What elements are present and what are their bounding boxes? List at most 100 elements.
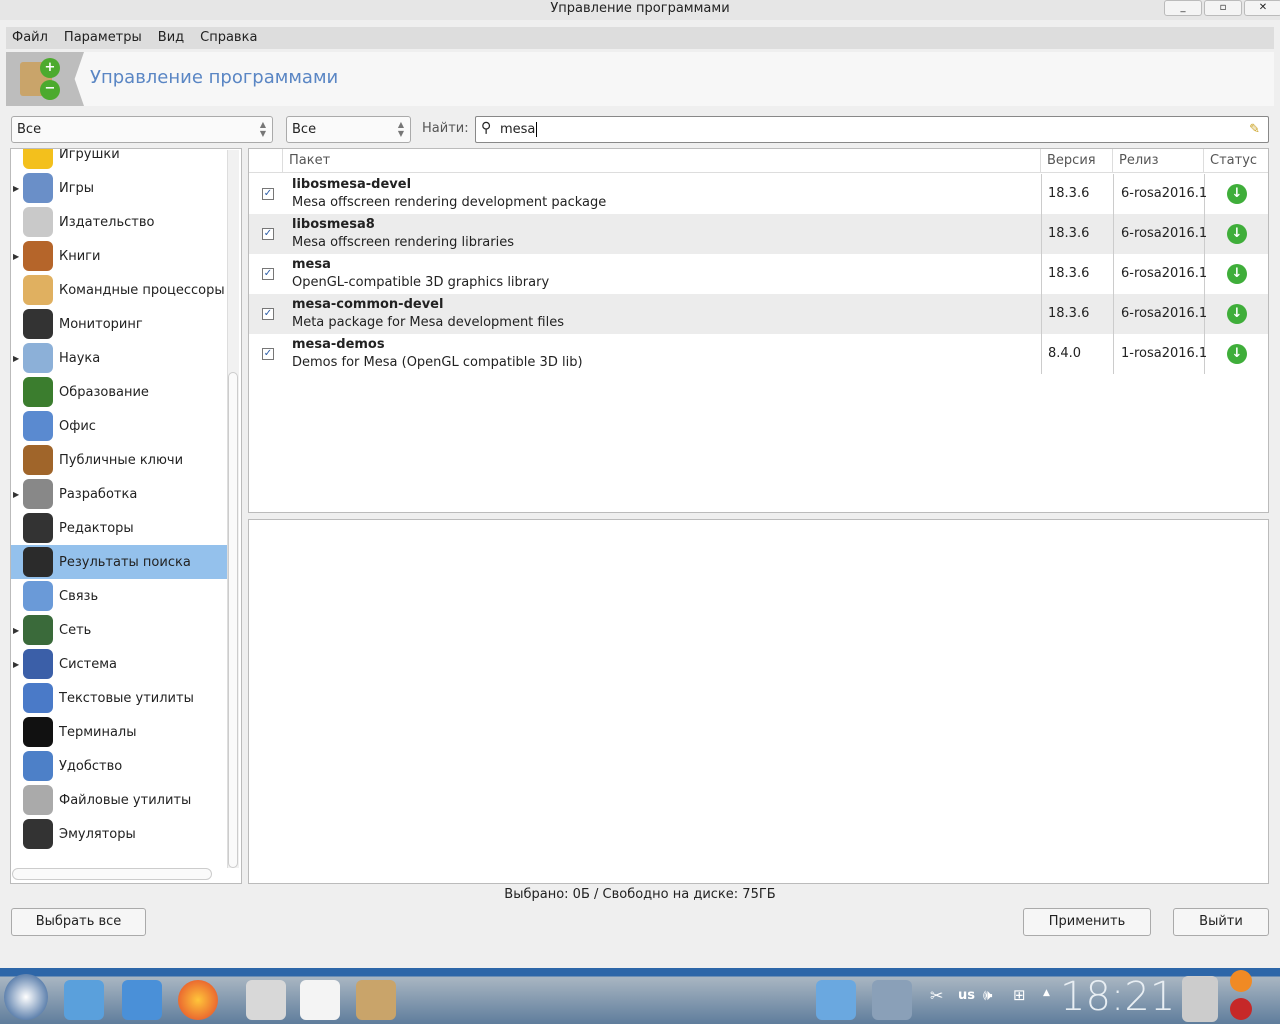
tray-expand-icon[interactable]: ▲ [1043,988,1050,998]
category-item[interactable]: Текстовые утилиты [11,681,227,715]
menu-options[interactable]: Параметры [64,27,142,49]
expand-arrow-icon[interactable]: ▶ [11,490,23,499]
package-name: libosmesa-devel [292,177,412,192]
notepad-icon[interactable] [300,980,340,1020]
package-checkbox[interactable]: ✓ [262,348,274,360]
trash-icon[interactable] [1182,976,1218,1022]
category-label: Образование [59,384,149,400]
category-icon [23,149,53,169]
screenshot-icon[interactable] [246,980,286,1020]
category-scrollbar-thumb[interactable] [228,372,238,868]
category-icon [23,751,53,781]
category-item[interactable]: Результаты поиска [11,545,227,579]
expand-arrow-icon[interactable]: ▶ [11,626,23,635]
package-checkbox[interactable]: ✓ [262,188,274,200]
header-package[interactable]: Пакет [283,149,1041,173]
category-item[interactable]: ▶ Книги [11,239,227,273]
package-manager-icon: + − [6,52,84,106]
search-input[interactable]: ⚲ mesa ✎ [475,116,1269,143]
install-download-icon[interactable]: ↓ [1227,304,1247,324]
network-icon[interactable]: ⊞ [1013,986,1026,1004]
close-button[interactable]: ✕ [1244,0,1280,16]
table-row[interactable]: ✓ mesa-common-devel Meta package for Mes… [249,294,1268,334]
category-label: Командные процессоры [59,282,225,298]
package-checkbox[interactable]: ✓ [262,268,274,280]
package-version: 18.3.6 [1048,306,1090,321]
category-item[interactable]: Образование [11,375,227,409]
minimize-button[interactable]: _ [1164,0,1202,16]
header-release[interactable]: Релиз [1113,149,1204,173]
file-manager-icon[interactable] [64,980,104,1020]
expand-arrow-icon[interactable]: ▶ [11,252,23,261]
category-item[interactable]: Удобство [11,749,227,783]
category-item[interactable]: ▶ Игры [11,171,227,205]
category-item[interactable]: Публичные ключи [11,443,227,477]
category-item[interactable]: Издательство [11,205,227,239]
category-item[interactable]: Мониторинг [11,307,227,341]
clock: 18:21 [1060,974,1176,1020]
category-item[interactable]: Командные процессоры [11,273,227,307]
category-item[interactable]: ▶ Наука [11,341,227,375]
category-filter-select[interactable]: Все ▲ ▼ [11,116,273,143]
select-all-button[interactable]: Выбрать все [11,908,146,936]
power-icon[interactable] [1230,998,1252,1020]
scissors-icon[interactable]: ✂ [930,986,943,1005]
quit-button[interactable]: Выйти [1173,908,1269,936]
category-icon [23,717,53,747]
package-checkbox[interactable]: ✓ [262,228,274,240]
category-label: Издательство [59,214,155,230]
downloads-icon[interactable] [816,980,856,1020]
install-download-icon[interactable]: ↓ [1227,224,1247,244]
status-filter-select[interactable]: Все ▲ ▼ [286,116,411,143]
expand-arrow-icon[interactable]: ▶ [11,354,23,363]
category-icon [23,173,53,203]
expand-arrow-icon[interactable]: ▶ [11,660,23,669]
package-description: OpenGL-compatible 3D graphics library [292,275,550,290]
table-row[interactable]: ✓ libosmesa8 Mesa offscreen rendering li… [249,214,1268,254]
category-label: Игры [59,180,95,196]
category-item[interactable]: Редакторы [11,511,227,545]
text-editor-icon[interactable] [122,980,162,1020]
keyboard-layout[interactable]: us [958,988,975,1003]
package-name: libosmesa8 [292,217,375,232]
lock-icon[interactable] [1230,970,1252,992]
package-manager-taskbar-icon[interactable] [356,980,396,1020]
category-item[interactable]: ▶ Разработка [11,477,227,511]
maximize-button[interactable]: ▫ [1204,0,1242,16]
category-item[interactable]: ▶ Сеть [11,613,227,647]
category-item[interactable]: Терминалы [11,715,227,749]
clear-icon[interactable]: ✎ [1249,117,1260,142]
menu-file[interactable]: Файл [12,27,48,49]
table-row[interactable]: ✓ mesa-demos Demos for Mesa (OpenGL comp… [249,334,1268,374]
category-item[interactable]: Офис [11,409,227,443]
apply-button[interactable]: Применить [1023,908,1151,936]
install-download-icon[interactable]: ↓ [1227,264,1247,284]
category-label: Текстовые утилиты [59,690,194,706]
expand-arrow-icon[interactable]: ▶ [11,184,23,193]
package-checkbox[interactable]: ✓ [262,308,274,320]
category-label: Книги [59,248,101,264]
install-download-icon[interactable]: ↓ [1227,184,1247,204]
search-label: Найти: [422,121,469,136]
category-hscrollbar[interactable] [12,868,212,880]
start-menu-icon[interactable] [4,974,48,1020]
header-version[interactable]: Версия [1041,149,1113,173]
menu-help[interactable]: Справка [200,27,257,49]
category-item[interactable]: Файловые утилиты [11,783,227,817]
category-item[interactable]: Эмуляторы [11,817,227,851]
header-status[interactable]: Статус [1204,149,1268,173]
table-row[interactable]: ✓ libosmesa-devel Mesa offscreen renderi… [249,174,1268,214]
table-row[interactable]: ✓ mesa OpenGL-compatible 3D graphics lib… [249,254,1268,294]
taskbar: ✂ us 🕪 ⊞ ▲ 18:21 [0,968,1280,1024]
category-label: Удобство [59,758,123,774]
category-item[interactable]: Связь [11,579,227,613]
firefox-icon[interactable] [178,980,218,1020]
updown-icon: ▲ ▼ [397,120,404,138]
package-description: Mesa offscreen rendering development pac… [292,195,607,210]
menu-view[interactable]: Вид [158,27,184,49]
volume-icon[interactable]: 🕪 [983,986,992,1004]
category-item[interactable]: ▶ Система [11,647,227,681]
category-item[interactable]: Игрушки [11,149,227,171]
install-download-icon[interactable]: ↓ [1227,344,1247,364]
settings-icon[interactable] [872,980,912,1020]
